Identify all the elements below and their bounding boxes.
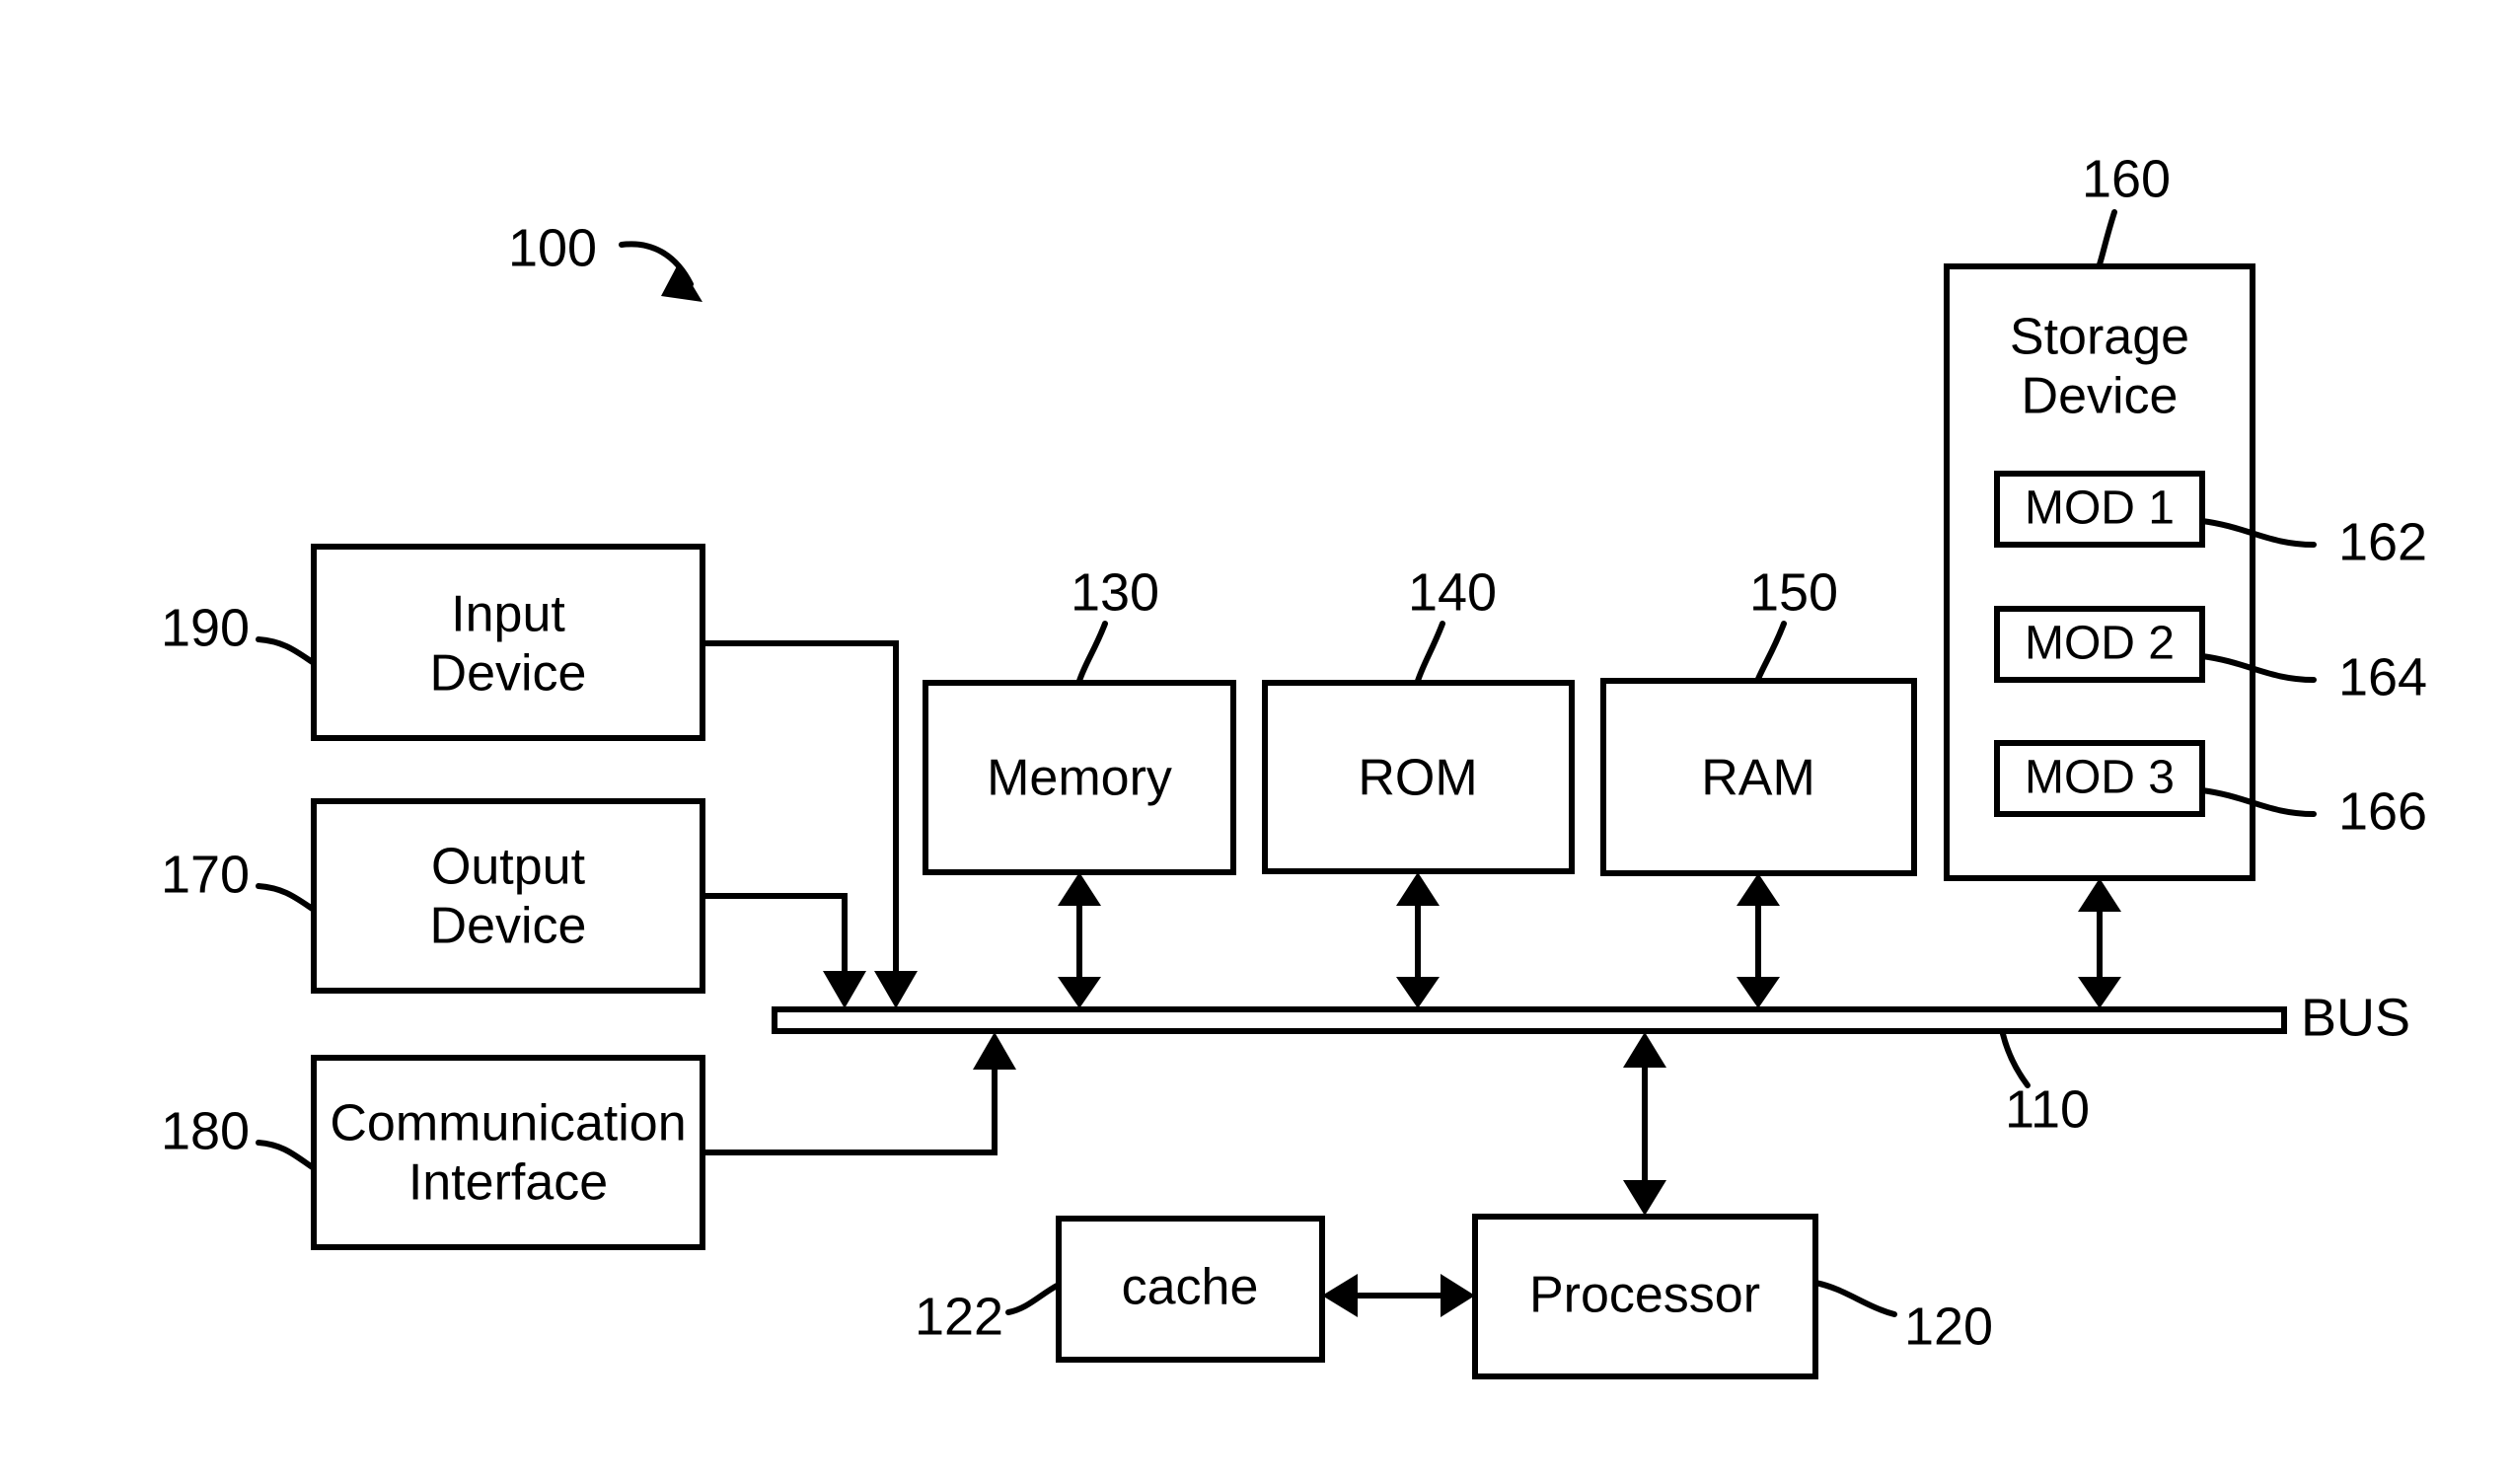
module-mod-3-label: MOD 3 (2025, 752, 2175, 804)
ram-ref-label: 150 (1749, 562, 1838, 622)
storage-device-ref-label: 160 (2082, 149, 2171, 208)
wire-output-device-to-bus-arrowhead (823, 971, 866, 1008)
memory-ref-leader (1076, 621, 1108, 684)
input-device-label-line2: Device (430, 645, 587, 703)
wire-output-device-to-bus-path (702, 893, 848, 975)
wire-input-device-to-bus (702, 640, 918, 1008)
input-device-label-line1: Input (451, 586, 565, 643)
wire-ram-bus (1737, 873, 1780, 1008)
wire-ram-bus-arrowhead-up (1737, 873, 1780, 906)
output-device-box[interactable] (311, 798, 705, 994)
input-device-ref-leader (256, 636, 317, 666)
output-device-label-line1: Output (431, 839, 586, 896)
ram-ref-leader (1755, 621, 1787, 682)
wire-memory-bus-arrowhead-down (1058, 977, 1101, 1008)
cache-group[interactable]: cache 122 (915, 1216, 1325, 1363)
wire-rom-bus-arrowhead-up (1396, 872, 1440, 906)
bus-label: BUS (2301, 988, 2410, 1047)
communication-interface-group[interactable]: Communication Interface 180 (161, 1055, 705, 1250)
storage-device-group[interactable]: Storage Device 160 MOD 1 162 MOD 2 164 M… (1944, 149, 2427, 881)
input-device-ref-label: 190 (161, 598, 250, 657)
system-ref-100-arrowhead (661, 262, 702, 302)
module-mod-1-label: MOD 1 (2025, 482, 2175, 535)
rom-group[interactable]: ROM 140 (1262, 562, 1575, 874)
module-mod-2-ref-label: 164 (2338, 647, 2427, 706)
wire-cache-processor-arrowhead-left (1322, 1274, 1358, 1317)
bus-ref-leader (2000, 1031, 2031, 1088)
output-device-ref-label: 170 (161, 845, 250, 904)
communication-interface-label-line2: Interface (408, 1154, 608, 1212)
storage-device-label-line1: Storage (2010, 309, 2189, 366)
memory-group[interactable]: Memory 130 (923, 562, 1236, 875)
system-ref-100-label: 100 (508, 218, 597, 277)
wire-ram-bus-arrowhead-down (1737, 977, 1780, 1008)
processor-ref-label: 120 (1904, 1297, 1993, 1356)
wire-memory-bus (1058, 872, 1101, 1008)
processor-ref-leader (1812, 1280, 1897, 1317)
wire-storage-device-bus-arrowhead-up (2078, 878, 2121, 912)
wire-processor-bus-arrowhead-up (1623, 1032, 1666, 1068)
bus-ref-label: 110 (2005, 1079, 2090, 1139)
processor-group[interactable]: Processor 120 (1472, 1214, 1993, 1379)
cache-ref-leader (1005, 1282, 1062, 1315)
storage-device-label-line2: Device (2022, 368, 2179, 425)
wire-communication-interface-to-bus-arrowhead (973, 1032, 1016, 1070)
output-device-ref-leader (256, 883, 317, 913)
block-diagram: 100 Input Device 190 Output Device 170 C… (161, 149, 2427, 1379)
cache-label: cache (1122, 1259, 1259, 1316)
wire-storage-device-bus-arrowhead-down (2078, 977, 2121, 1008)
wire-rom-bus-arrowhead-down (1396, 977, 1440, 1008)
module-mod-1-ref-label: 162 (2338, 512, 2427, 571)
wire-cache-processor-arrowhead-right (1441, 1274, 1475, 1317)
input-device-group[interactable]: Input Device 190 (161, 544, 705, 741)
output-device-label-line2: Device (430, 898, 587, 955)
memory-ref-label: 130 (1071, 562, 1159, 622)
wire-communication-interface-to-bus-path (702, 1066, 998, 1155)
processor-label: Processor (1529, 1267, 1760, 1324)
wire-output-device-to-bus (702, 893, 866, 1008)
wire-communication-interface-to-bus (702, 1032, 1016, 1155)
rom-label: ROM (1358, 750, 1477, 807)
system-ref-100-group: 100 (508, 218, 702, 302)
wire-input-device-to-bus-path (702, 640, 899, 975)
communication-interface-box[interactable] (311, 1055, 705, 1250)
module-mod-3-ref-label: 166 (2338, 781, 2427, 841)
wire-processor-bus-arrowhead-down (1623, 1180, 1666, 1216)
wire-storage-device-bus (2078, 878, 2121, 1008)
rom-ref-leader (1415, 621, 1445, 684)
communication-interface-label-line1: Communication (330, 1095, 686, 1152)
communication-interface-ref-leader (256, 1140, 317, 1171)
communication-interface-ref-label: 180 (161, 1101, 250, 1160)
ram-group[interactable]: RAM 150 (1600, 562, 1917, 876)
rom-ref-label: 140 (1408, 562, 1497, 622)
wire-rom-bus (1396, 872, 1440, 1008)
wire-processor-bus (1623, 1032, 1666, 1216)
memory-label: Memory (987, 750, 1172, 807)
storage-device-ref-leader (2097, 209, 2117, 267)
cache-ref-label: 122 (915, 1287, 1003, 1346)
wire-cache-processor (1322, 1274, 1475, 1317)
figure-canvas: 100 Input Device 190 Output Device 170 C… (0, 0, 2513, 1484)
module-mod-2-label: MOD 2 (2025, 618, 2175, 670)
output-device-group[interactable]: Output Device 170 (161, 798, 705, 994)
wire-memory-bus-arrowhead-up (1058, 872, 1101, 906)
bus-bar[interactable] (772, 1006, 2287, 1034)
ram-label: RAM (1701, 750, 1815, 807)
bus-group[interactable]: BUS 110 (772, 988, 2410, 1139)
wire-input-device-to-bus-arrowhead (874, 971, 918, 1008)
